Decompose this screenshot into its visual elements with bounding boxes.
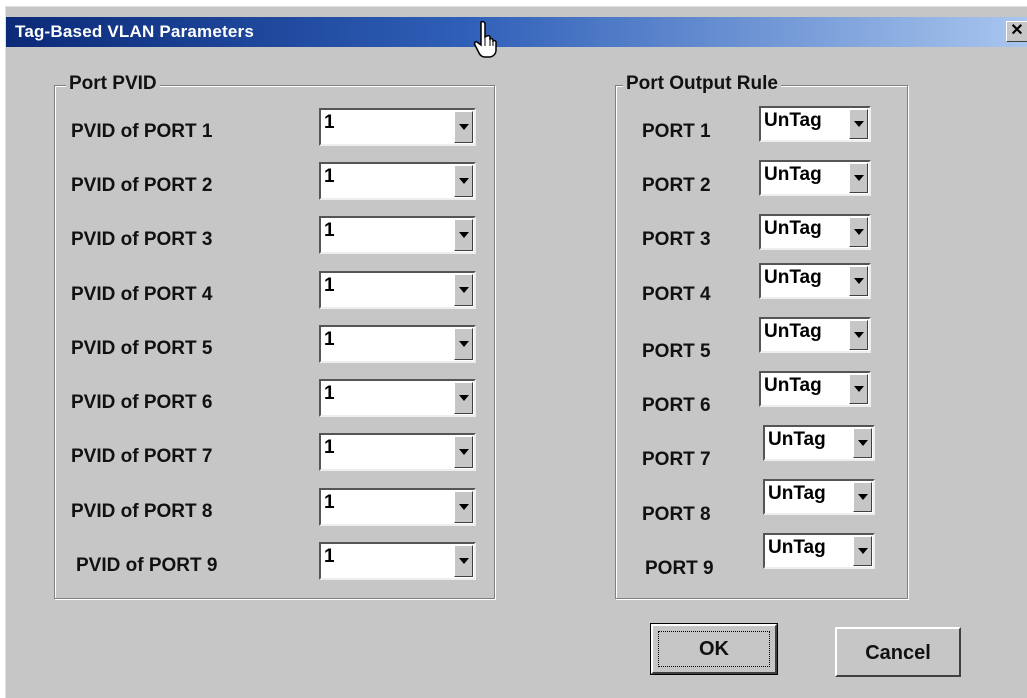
hand-pointer-icon [473,20,497,58]
output-label-port-9: PORT 9 [645,558,714,579]
pvid-label-port-7: PVID of PORT 7 [71,446,213,467]
chevron-down-icon[interactable] [849,163,868,193]
output-label-port-1: PORT 1 [642,121,711,142]
chevron-down-icon[interactable] [454,436,473,468]
ok-button-label: OK [699,638,729,660]
output-rule-select-port-5[interactable]: UnTag [759,317,871,353]
chevron-down-icon[interactable] [853,428,872,458]
vlan-dialog: Tag-Based VLAN Parameters ✕ Port PVID PV… [5,6,1027,698]
pvid-select-port-3[interactable]: 1 [319,216,476,254]
output-rule-value-port-7: UnTag [768,429,826,450]
pvid-select-port-7[interactable]: 1 [319,433,476,471]
pvid-label-port-8: PVID of PORT 8 [71,501,213,522]
chevron-down-icon[interactable] [454,165,473,197]
output-label-port-3: PORT 3 [642,229,711,250]
pvid-select-port-2[interactable]: 1 [319,162,476,200]
output-rule-select-port-1[interactable]: UnTag [759,106,871,142]
close-button[interactable]: ✕ [1006,21,1027,42]
pvid-value-port-2: 1 [324,166,335,187]
pvid-value-port-9: 1 [324,546,335,567]
output-rule-select-port-6[interactable]: UnTag [759,371,871,407]
close-icon: ✕ [1010,22,1024,39]
output-rule-value-port-3: UnTag [764,218,822,239]
pvid-select-port-6[interactable]: 1 [319,379,476,417]
output-rule-value-port-8: UnTag [768,483,826,504]
output-rule-value-port-5: UnTag [764,321,822,342]
window-title: Tag-Based VLAN Parameters [15,22,254,41]
chevron-down-icon[interactable] [454,219,473,251]
chevron-down-icon[interactable] [454,328,473,360]
chevron-down-icon[interactable] [849,374,868,404]
chevron-down-icon[interactable] [454,491,473,523]
pvid-select-port-8[interactable]: 1 [319,488,476,526]
chevron-down-icon[interactable] [849,320,868,350]
output-rule-select-port-4[interactable]: UnTag [759,263,871,299]
chevron-down-icon[interactable] [454,382,473,414]
output-rule-select-port-3[interactable]: UnTag [759,214,871,250]
pvid-label-port-9: PVID of PORT 9 [76,555,218,576]
output-label-port-7: PORT 7 [642,449,711,470]
output-rule-select-port-7[interactable]: UnTag [763,425,875,461]
output-rule-select-port-2[interactable]: UnTag [759,160,871,196]
output-rule-value-port-1: UnTag [764,110,822,131]
pvid-value-port-7: 1 [324,437,335,458]
output-label-port-2: PORT 2 [642,175,711,196]
output-label-port-8: PORT 8 [642,504,711,525]
title-bar[interactable]: Tag-Based VLAN Parameters ✕ [6,17,1027,47]
chevron-down-icon[interactable] [454,111,473,143]
cancel-button[interactable]: Cancel [835,627,961,677]
output-rule-value-port-4: UnTag [764,267,822,288]
port-output-rule-group-title: Port Output Rule [623,73,781,95]
pvid-value-port-5: 1 [324,329,335,350]
pvid-label-port-4: PVID of PORT 4 [71,284,213,305]
pvid-value-port-4: 1 [324,275,335,296]
output-rule-value-port-2: UnTag [764,164,822,185]
port-pvid-group-title: Port PVID [66,73,160,95]
pvid-label-port-3: PVID of PORT 3 [71,229,213,250]
pvid-label-port-6: PVID of PORT 6 [71,392,213,413]
chevron-down-icon[interactable] [454,274,473,306]
chevron-down-icon[interactable] [454,545,473,577]
chevron-down-icon[interactable] [849,266,868,296]
pvid-value-port-1: 1 [324,112,335,133]
pvid-value-port-6: 1 [324,383,335,404]
pvid-value-port-8: 1 [324,492,335,513]
output-rule-select-port-9[interactable]: UnTag [763,533,875,569]
pvid-label-port-5: PVID of PORT 5 [71,338,213,359]
chevron-down-icon[interactable] [853,482,872,512]
chevron-down-icon[interactable] [849,109,868,139]
output-rule-select-port-8[interactable]: UnTag [763,479,875,515]
pvid-label-port-2: PVID of PORT 2 [71,175,213,196]
cancel-button-label: Cancel [865,642,931,664]
output-label-port-5: PORT 5 [642,341,711,362]
pvid-value-port-3: 1 [324,220,335,241]
output-rule-value-port-9: UnTag [768,537,826,558]
pvid-select-port-9[interactable]: 1 [319,542,476,580]
chevron-down-icon[interactable] [849,217,868,247]
chevron-down-icon[interactable] [853,536,872,566]
output-label-port-6: PORT 6 [642,395,711,416]
pvid-select-port-1[interactable]: 1 [319,108,476,146]
ok-button[interactable]: OK [650,623,778,675]
pvid-select-port-4[interactable]: 1 [319,271,476,309]
pvid-select-port-5[interactable]: 1 [319,325,476,363]
pvid-label-port-1: PVID of PORT 1 [71,121,213,142]
output-rule-value-port-6: UnTag [764,375,822,396]
output-label-port-4: PORT 4 [642,284,711,305]
